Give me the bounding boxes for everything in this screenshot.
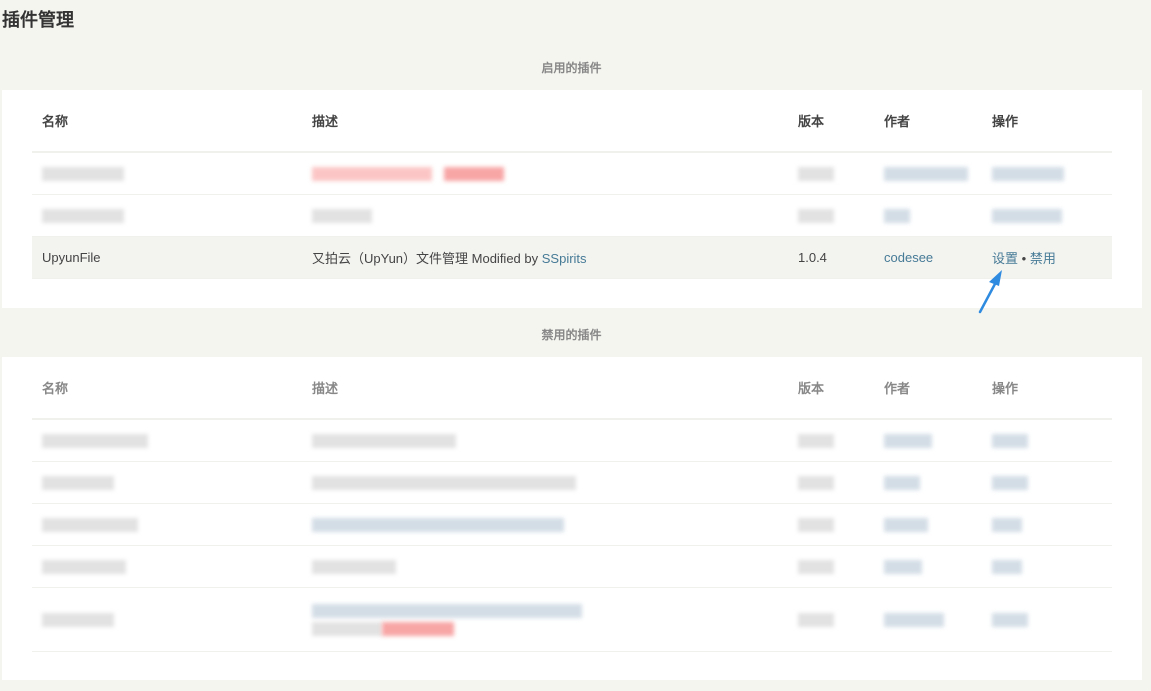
redacted-cell: [874, 503, 982, 546]
description-text: 又拍云（UpYun）文件管理 Modified by: [312, 250, 542, 266]
redacted-cell: [32, 587, 302, 652]
redacted-cell: [302, 545, 788, 588]
settings-link[interactable]: 设置: [992, 251, 1018, 266]
redacted-cell: [982, 152, 1112, 195]
redacted-cell: [32, 503, 302, 546]
column-name: 名称: [32, 90, 302, 153]
redacted-cell: [302, 587, 788, 652]
disabled-plugins-heading: 禁用的插件: [541, 328, 602, 342]
page-title: 插件管理: [2, 10, 74, 30]
plugin-version: 1.0.4: [788, 236, 874, 279]
table-row: [32, 503, 1112, 546]
action-separator: •: [1021, 250, 1027, 266]
redacted-cell: [302, 152, 788, 195]
redacted-cell: [32, 194, 302, 237]
table-row: [32, 587, 1112, 652]
redacted-cell: [32, 419, 302, 462]
redacted-cell: [982, 503, 1112, 546]
arrow-pointer-icon: [978, 270, 1002, 314]
redacted-cell: [788, 461, 874, 504]
disabled-plugins-panel: 名称 描述 版本 作者 操作: [2, 357, 1142, 680]
column-author: 作者: [874, 90, 982, 153]
redacted-cell: [874, 545, 982, 588]
redacted-cell: [32, 461, 302, 504]
redacted-cell: [874, 461, 982, 504]
redacted-cell: [302, 419, 788, 462]
redacted-cell: [788, 152, 874, 195]
redacted-cell: [982, 545, 1112, 588]
table-row: UpyunFile 又拍云（UpYun）文件管理 Modified by SSp…: [32, 236, 1112, 279]
enabled-plugins-panel: 名称 描述 版本 作者 操作 UpyunFile 又拍云（UpYun）文件管理 …: [2, 90, 1142, 308]
table-header-row: 名称 描述 版本 作者 操作: [32, 357, 1112, 420]
redacted-cell: [788, 419, 874, 462]
redacted-cell: [788, 194, 874, 237]
enabled-plugins-heading: 启用的插件: [541, 61, 602, 75]
table-row: [32, 545, 1112, 588]
redacted-cell: [302, 194, 788, 237]
redacted-cell: [982, 461, 1112, 504]
plugin-author-link[interactable]: codesee: [884, 250, 933, 265]
table-row: [32, 194, 1112, 237]
redacted-cell: [32, 545, 302, 588]
redacted-cell: [32, 152, 302, 195]
redacted-cell: [302, 503, 788, 546]
table-row: [32, 461, 1112, 504]
redacted-cell: [788, 503, 874, 546]
column-version: 版本: [788, 90, 874, 153]
plugin-author-cell: codesee: [874, 236, 982, 279]
column-description: 描述: [302, 90, 788, 153]
redacted-cell: [874, 587, 982, 652]
description-author-link[interactable]: SSpirits: [542, 251, 587, 266]
redacted-cell: [788, 545, 874, 588]
redacted-cell: [788, 587, 874, 652]
redacted-cell: [874, 194, 982, 237]
column-description: 描述: [302, 357, 788, 420]
redacted-cell: [982, 194, 1112, 237]
plugin-name: UpyunFile: [32, 236, 302, 279]
redacted-cell: [874, 152, 982, 195]
redacted-cell: [874, 419, 982, 462]
column-actions: 操作: [982, 357, 1112, 420]
table-row: [32, 419, 1112, 462]
column-author: 作者: [874, 357, 982, 420]
redacted-cell: [302, 461, 788, 504]
column-actions: 操作: [982, 90, 1112, 153]
disable-link[interactable]: 禁用: [1030, 251, 1056, 266]
enabled-plugins-table: 名称 描述 版本 作者 操作 UpyunFile 又拍云（UpYun）文件管理 …: [32, 90, 1112, 279]
disabled-plugins-table: 名称 描述 版本 作者 操作: [32, 357, 1112, 652]
column-version: 版本: [788, 357, 874, 420]
table-row: [32, 152, 1112, 195]
column-name: 名称: [32, 357, 302, 420]
redacted-cell: [982, 419, 1112, 462]
redacted-cell: [982, 587, 1112, 652]
table-header-row: 名称 描述 版本 作者 操作: [32, 90, 1112, 153]
plugin-description: 又拍云（UpYun）文件管理 Modified by SSpirits: [302, 236, 788, 279]
